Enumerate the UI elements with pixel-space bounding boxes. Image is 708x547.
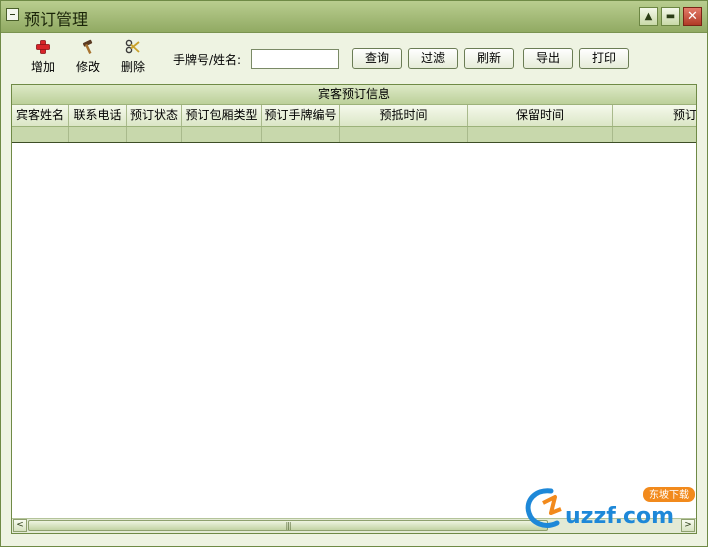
column-header[interactable]: 预订包厢类型: [182, 105, 262, 126]
edit-label: 修改: [75, 60, 100, 74]
print-button[interactable]: 打印: [579, 48, 629, 69]
column-header[interactable]: 预订状态: [127, 105, 182, 126]
column-header[interactable]: 预抵时间: [340, 105, 468, 126]
toolbar: 增加 修改 删除 手牌号/姓名: 查询 过滤 刷新 导出 打印: [1, 33, 707, 81]
edit-button[interactable]: 修改: [68, 39, 108, 75]
table-row[interactable]: [12, 127, 696, 143]
grid-header: 宾客姓名 联系电话 预订状态 预订包厢类型 预订手牌编号 预抵时间 保留时间 预…: [12, 105, 696, 127]
refresh-button[interactable]: 刷新: [464, 48, 514, 69]
system-menu-icon[interactable]: [6, 8, 19, 21]
column-header[interactable]: 宾客姓名: [12, 105, 69, 126]
scissors-icon: [125, 39, 140, 54]
table-cell[interactable]: [262, 127, 340, 142]
close-button[interactable]: ✕: [683, 7, 702, 26]
window-title: 预订管理: [24, 10, 89, 29]
query-button[interactable]: 查询: [352, 48, 402, 69]
column-header[interactable]: 预订手牌编号: [262, 105, 340, 126]
search-label: 手牌号/姓名:: [173, 53, 242, 67]
title-bar[interactable]: 预订管理 ▲ ▬ ✕: [1, 1, 707, 33]
filter-button[interactable]: 过滤: [408, 48, 458, 69]
export-button[interactable]: 导出: [523, 48, 573, 69]
hammer-icon: [82, 39, 93, 54]
column-header[interactable]: 联系电话: [69, 105, 127, 126]
window: 预订管理 ▲ ▬ ✕ 增加 修改 删除 手牌号/姓名: 查询 过滤 刷新 导出 …: [0, 0, 708, 547]
search-input[interactable]: [251, 49, 339, 69]
column-header[interactable]: 保留时间: [468, 105, 613, 126]
table-cell[interactable]: [12, 127, 69, 142]
delete-label: 删除: [120, 60, 145, 74]
scroll-thumb[interactable]: |||: [28, 520, 548, 531]
delete-button[interactable]: 删除: [113, 39, 153, 75]
minimize-button[interactable]: ▲: [639, 7, 658, 26]
column-header[interactable]: 预订: [613, 105, 696, 126]
table-cell[interactable]: [69, 127, 127, 142]
table-cell[interactable]: [127, 127, 182, 142]
table-cell[interactable]: [182, 127, 262, 142]
scroll-left-button[interactable]: <: [13, 519, 27, 532]
add-button[interactable]: 增加: [23, 39, 63, 75]
table-cell[interactable]: [468, 127, 613, 142]
watermark-text: uzzf.com: [565, 504, 674, 529]
plus-icon: [36, 40, 50, 54]
watermark-badge: 东坡下载: [649, 488, 689, 501]
booking-grid[interactable]: 宾客预订信息 宾客姓名 联系电话 预订状态 预订包厢类型 预订手牌编号 预抵时间…: [11, 84, 697, 534]
watermark-logo: 东坡下载 uzzf.com: [525, 487, 695, 529]
table-cell[interactable]: [340, 127, 468, 142]
grid-caption: 宾客预订信息: [12, 85, 696, 105]
add-label: 增加: [30, 60, 55, 74]
maximize-button[interactable]: ▬: [661, 7, 680, 26]
